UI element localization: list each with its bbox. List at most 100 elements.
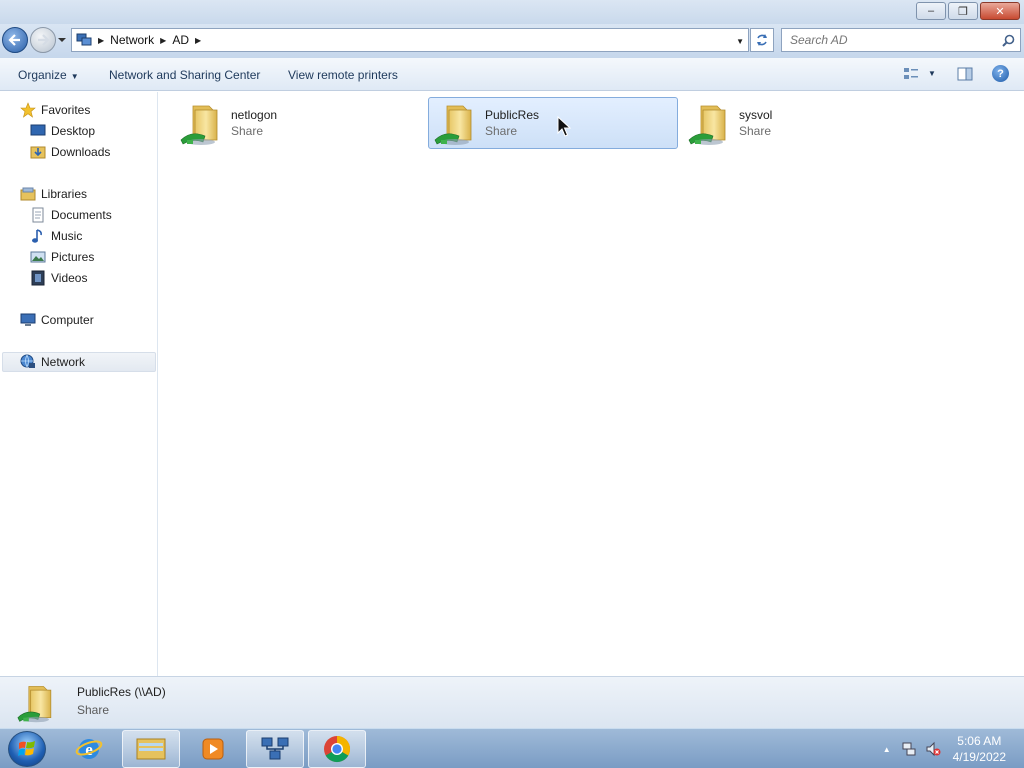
details-item-type: Share [77,703,110,717]
start-button[interactable] [8,731,46,767]
system-tray: ▲ 5:06 AM 4/19/2022 [883,733,1006,765]
share-type: Share [231,124,264,138]
network-location-icon [76,33,92,46]
nav-pictures-label: Pictures [51,250,95,264]
refresh-button[interactable] [750,28,774,52]
change-view-icon[interactable] [903,67,919,81]
nav-libraries-label: Libraries [41,187,88,201]
chevron-down-icon: ▼ [70,72,79,81]
back-button[interactable] [2,27,28,53]
taskbar: e ▲ 5:06 AM 4/19/2022 [0,728,1024,768]
nav-desktop[interactable]: Desktop [30,121,95,141]
forward-arrow-icon [38,34,50,46]
share-tile-netlogon[interactable]: netlogon Share [174,97,424,149]
windows-explorer-icon [136,738,166,760]
nav-documents-label: Documents [51,208,112,222]
chrome-icon [324,735,350,763]
nav-computer-label: Computer [41,313,94,327]
nav-downloads[interactable]: Downloads [30,142,110,162]
show-hidden-icons-icon[interactable]: ▲ [883,745,891,754]
music-note-icon [32,229,42,243]
windows-logo-icon [18,741,35,756]
network-status-icon[interactable] [901,741,917,757]
search-input[interactable] [790,33,990,47]
preview-pane-icon[interactable] [957,67,973,81]
nav-music-label: Music [51,229,83,243]
documents-icon [32,207,44,223]
taskbar-chrome[interactable] [308,730,366,768]
taskbar-network-app[interactable] [246,730,304,768]
share-type: Share [485,124,518,138]
downloads-folder-icon [30,146,46,159]
nav-videos[interactable]: Videos [30,268,87,288]
window-controls: – ❐ ✕ [914,2,1020,20]
breadcrumb-separator-icon[interactable]: ▶ [160,36,166,45]
search-icon[interactable] [1002,34,1015,47]
recent-pages-dropdown-icon[interactable] [57,36,67,44]
share-type: Share [739,124,772,138]
nav-music[interactable]: Music [30,226,82,246]
volume-muted-icon[interactable] [925,741,941,757]
nav-network-label: Network [41,355,86,369]
view-options-dropdown-icon[interactable]: ▼ [928,69,936,78]
close-button[interactable]: ✕ [980,2,1020,20]
nav-downloads-label: Downloads [51,145,111,159]
taskbar-media-player[interactable] [184,730,242,768]
share-tile-publicres[interactable]: PublicRes Share [428,97,678,149]
address-bar[interactable]: ▶ Network ▶ AD ▶ ▼ [71,28,749,52]
back-arrow-icon [8,34,20,46]
clock-time: 5:06 AM [957,734,1002,748]
forward-button[interactable] [30,27,56,53]
organize-button[interactable]: Organize ▼ [18,68,79,82]
taskbar-internet-explorer[interactable]: e [60,730,118,768]
breadcrumb-ad[interactable]: AD [172,33,189,47]
mouse-pointer-icon [557,116,571,137]
nav-favorites-label: Favorites [41,103,91,117]
address-row: ▶ Network ▶ AD ▶ ▼ [0,24,1024,58]
media-player-icon [202,738,224,760]
nav-favorites[interactable]: Favorites [20,100,90,120]
internet-explorer-icon: e [75,739,103,759]
help-icon[interactable]: ? [992,65,1009,82]
minimize-button[interactable]: – [916,2,946,20]
organize-label: Organize [18,68,67,82]
nav-pictures[interactable]: Pictures [30,247,94,267]
nav-network[interactable]: Network [2,352,156,372]
clock-date: 4/19/2022 [952,750,1006,764]
nav-documents[interactable]: Documents [30,205,112,225]
desktop-icon [30,124,46,136]
shared-folder-icon [687,100,735,148]
nav-videos-label: Videos [51,271,88,285]
search-box[interactable] [781,28,1021,52]
shared-folder-icon [179,100,227,148]
computer-icon [20,313,36,326]
restore-button[interactable]: ❐ [948,2,978,20]
nav-libraries[interactable]: Libraries [20,184,87,204]
network-globe-icon [20,354,35,368]
breadcrumb-network[interactable]: Network [110,33,154,47]
details-pane: PublicRes (\\AD) Share [0,676,1024,728]
breadcrumb-separator-icon[interactable]: ▶ [195,36,201,45]
share-tile-sysvol[interactable]: sysvol Share [682,97,932,149]
refresh-icon [757,34,767,46]
network-computers-icon [261,737,289,760]
star-icon [20,102,36,118]
pictures-icon [30,251,46,263]
title-bar: – ❐ ✕ [0,0,1024,24]
videos-film-icon [31,270,45,286]
share-name: sysvol [739,108,773,122]
shared-folder-icon [433,100,481,148]
share-name: netlogon [231,108,278,122]
content-area: netlogon Share PublicRes Share sysvol Sh… [159,92,1024,676]
nav-desktop-label: Desktop [51,124,96,138]
nav-computer[interactable]: Computer [20,310,94,330]
command-bar: Organize ▼ Network and Sharing Center Vie… [0,58,1024,91]
address-dropdown-icon[interactable]: ▼ [736,37,744,46]
clock[interactable]: 5:06 AM 4/19/2022 [953,733,1006,765]
libraries-icon [20,187,36,201]
view-remote-printers-button[interactable]: View remote printers [288,68,398,82]
network-sharing-center-button[interactable]: Network and Sharing Center [109,68,260,82]
shared-folder-icon [16,681,60,725]
taskbar-windows-explorer[interactable] [122,730,180,768]
breadcrumb-separator-icon[interactable]: ▶ [98,36,104,45]
